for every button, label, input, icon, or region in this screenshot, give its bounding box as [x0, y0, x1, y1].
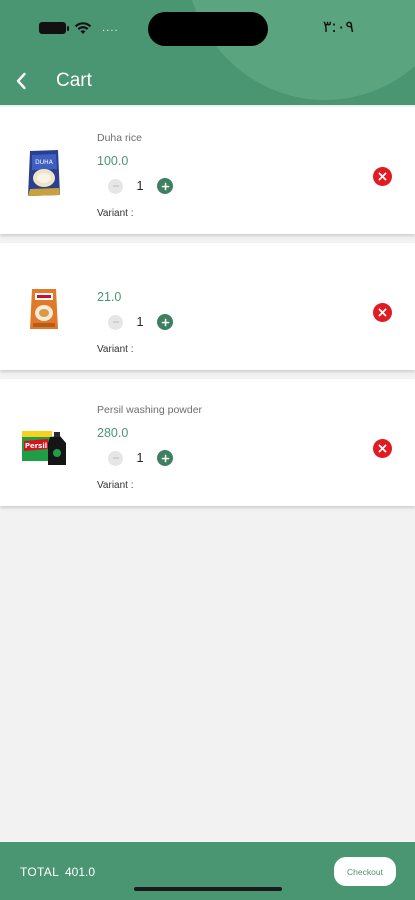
product-name: Duha rice — [97, 132, 142, 144]
remove-item-button[interactable] — [373, 439, 392, 458]
remove-item-button[interactable] — [373, 303, 392, 322]
variant-label: Variant : — [97, 344, 134, 355]
decrease-quantity-button[interactable] — [108, 178, 123, 194]
plus-icon — [161, 182, 169, 190]
quantity-stepper: 1 — [108, 449, 173, 467]
product-price: 100.0 — [97, 154, 129, 168]
page-title: Cart — [56, 70, 92, 91]
total-value: 401.0 — [65, 865, 96, 879]
cart-footer: TOTAL 401.0 Checkout — [0, 842, 415, 900]
total-label: TOTAL — [20, 865, 60, 879]
svg-text:Persil: Persil — [25, 442, 47, 450]
signal-dots: .... — [102, 22, 119, 34]
wifi-icon — [74, 22, 92, 34]
cart-item: DUHA Duha rice 100.0 1 Variant : — [0, 107, 415, 234]
cart-screen: .... ٣:٠٩ Cart DUHA Duha rice 100.0 1 Va… — [0, 0, 415, 900]
quantity-stepper: 1 — [108, 177, 173, 195]
remove-item-button[interactable] — [373, 167, 392, 186]
orange-package-image — [30, 289, 58, 329]
dynamic-island — [148, 12, 268, 46]
increase-quantity-button[interactable] — [157, 450, 173, 466]
minus-icon — [112, 185, 119, 187]
status-bar: .... ٣:٠٩ — [0, 0, 415, 56]
app-header: .... ٣:٠٩ Cart — [0, 0, 415, 105]
decrease-quantity-button[interactable] — [108, 450, 123, 466]
rice-bag-image: DUHA — [28, 150, 60, 196]
variant-label: Variant : — [97, 208, 134, 219]
quantity-value: 1 — [136, 451, 144, 465]
quantity-value: 1 — [136, 179, 144, 193]
svg-text:DUHA: DUHA — [35, 159, 54, 166]
product-price: 21.0 — [97, 290, 122, 304]
increase-quantity-button[interactable] — [157, 314, 173, 330]
plus-icon — [161, 318, 169, 326]
status-icons: .... — [39, 19, 119, 37]
cart-item: Persil Persil washing powder 280.0 1 Var… — [0, 379, 415, 506]
close-icon — [378, 444, 387, 453]
variant-label: Variant : — [97, 480, 134, 491]
status-time: ٣:٠٩ — [322, 17, 354, 36]
increase-quantity-button[interactable] — [157, 178, 173, 194]
plus-icon — [161, 454, 169, 462]
checkout-button[interactable]: Checkout — [334, 857, 396, 886]
product-price: 280.0 — [97, 426, 129, 440]
home-indicator — [134, 887, 282, 891]
minus-icon — [112, 321, 119, 323]
cart-item: 21.0 1 Variant : — [0, 243, 415, 370]
battery-icon — [39, 22, 69, 34]
product-name: Persil washing powder — [97, 404, 203, 416]
quantity-stepper: 1 — [108, 313, 173, 331]
quantity-value: 1 — [136, 315, 144, 329]
close-icon — [378, 172, 387, 181]
minus-icon — [112, 457, 119, 459]
back-button[interactable] — [8, 66, 34, 96]
decrease-quantity-button[interactable] — [108, 314, 123, 330]
close-icon — [378, 308, 387, 317]
chevron-left-icon — [16, 72, 26, 90]
persil-detergent-image: Persil — [22, 431, 66, 465]
